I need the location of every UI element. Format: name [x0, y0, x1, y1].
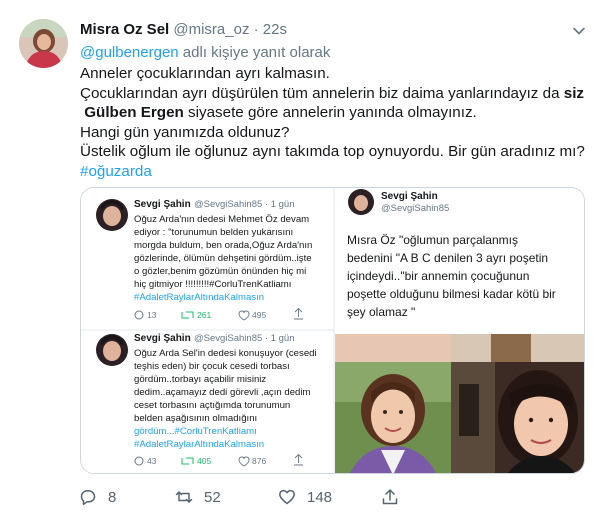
author-handle: @SevgiSahin85 · 1 gün	[194, 199, 295, 210]
embedded-text-line: belden aşağısının olmadığını	[134, 413, 257, 424]
avatar[interactable]	[19, 19, 68, 68]
timestamp[interactable]: 22s	[263, 21, 287, 38]
embedded-text-line: gördüm..torbayı açabilir misiniz	[134, 374, 266, 385]
author-name: Sevgi Şahin	[134, 333, 191, 344]
embedded-text-line: o gözler,benim gözümün önünden hiç mi	[134, 266, 306, 277]
text-line: Üstelik oğlum ile oğlunuz aynı takımda t…	[80, 143, 585, 161]
tweet-actions: 8 52 148	[78, 486, 400, 508]
heart-icon	[279, 489, 295, 505]
text-line: Anneler çocuklarından ayrı kalmasın.	[80, 65, 330, 82]
photo-girl-left	[335, 362, 451, 473]
embedded-text-line: Oğuz Arda Sel'in dedesi konuşuyor (cesed…	[134, 348, 317, 359]
text-span: siyasete göre annelerin yanında olmayını…	[183, 104, 477, 122]
embedded-text-line: içindeydi.."bir annemin çocuğunun	[347, 269, 529, 283]
reply-count: 43	[147, 456, 157, 466]
separator: ·	[253, 21, 259, 38]
embedded-text-line: morgda buldum, ben orada,Oğuz Arda'nın	[134, 240, 312, 251]
like-button[interactable]: 148	[277, 487, 380, 507]
attached-image[interactable]: Sevgi Şahin @SevgiSahin85 · 1 gün Oğuz A…	[80, 187, 585, 474]
author-name: Sevgi Şahin	[381, 191, 438, 202]
embedded-text-line: gözlerinde, ölümün dehşetini gördüm..işt…	[134, 253, 312, 264]
embedded-text-line: Mısra Öz "oğlumun parçalanmış	[347, 233, 518, 247]
reply-count: 13	[147, 310, 157, 320]
retweet-icon	[175, 491, 193, 503]
share-button[interactable]	[380, 487, 400, 507]
reply-count: 8	[108, 488, 117, 506]
handle[interactable]: @misra_oz	[173, 21, 249, 38]
author-name: Sevgi Şahin	[134, 199, 191, 210]
embedded-text-line: poşette olduğunu bilmesi kadar kötü bir	[347, 287, 556, 301]
reply-icon	[80, 490, 96, 506]
bold-text: Gülben Ergen	[84, 104, 184, 122]
retweet-count: 52	[204, 488, 221, 506]
bold-text: siz	[563, 84, 585, 102]
chevron-down-icon[interactable]	[572, 24, 586, 38]
embedded-text-line: dedim..açamayız dedi görevli ,açın dedim	[134, 387, 311, 398]
like-count: 876	[252, 456, 266, 466]
embedded-text-line: Oğuz Arda'nın dedesi Mehmet Öz devam	[134, 214, 309, 225]
embedded-hashtag: #AdaletRaylarAltındaKalmasın	[134, 292, 264, 303]
author-handle: @SevgiSahin85 · 1 gün	[194, 333, 295, 344]
embedded-text-line: bedenini "A B C denilen 3 ayrı poşetin	[347, 251, 548, 265]
tweet-header: Misra Oz Sel @misra_oz · 22s	[80, 20, 287, 40]
retweet-button[interactable]: 52	[174, 487, 277, 507]
text-line: Çocuklarından ayrı düşürülen tüm anneler…	[80, 84, 585, 104]
text-span: Çocuklarından ayrı düşürülen tüm anneler…	[80, 84, 564, 102]
tweet-text: Anneler çocuklarından ayrı kalmasın. Çoc…	[80, 64, 585, 182]
embedded-text-line: hiç gitmiyor !!!!!!!!!#CorluTrenKatliamı	[134, 279, 291, 290]
embedded-text-line: ceset torbasını açtığımda torunumun	[134, 400, 290, 411]
text-line: Hangi gün yanımızda oldunuz?	[80, 123, 290, 141]
tweet: Misra Oz Sel @misra_oz · 22s @gulbenerge…	[0, 0, 600, 512]
embedded-text-line: ediyor : "torunumun belden yukarısını	[134, 227, 293, 238]
hashtag-link[interactable]: #oğuzarda	[80, 162, 585, 182]
reply-suffix: adlı kişiye yanıt olarak	[178, 44, 331, 61]
photo-girl-right	[451, 362, 584, 473]
embedded-hashtag: #AdaletRaylarAltındaKalmasın	[134, 439, 264, 450]
reply-button[interactable]: 8	[78, 487, 174, 507]
text-line: Gülben Ergen siyasete göre annelerin yan…	[80, 103, 585, 123]
reply-context: @gulbenergen adlı kişiye yanıt olarak	[80, 43, 330, 63]
retweet-count: 261	[197, 310, 211, 320]
embedded-text-line: şey olamaz "	[347, 305, 415, 319]
retweet-count: 405	[197, 456, 211, 466]
share-icon	[382, 489, 398, 505]
photo-strip	[335, 334, 584, 362]
embedded-text-line: teşhis eden) bir çocuk cesedi torbası	[134, 361, 290, 372]
embedded-hashtag: gördüm...#CorluTrenKatliamı	[134, 426, 257, 437]
like-count: 495	[252, 310, 266, 320]
author-handle: @SevgiSahin85	[381, 203, 449, 214]
like-count: 148	[307, 488, 333, 506]
display-name[interactable]: Misra Oz Sel	[80, 21, 169, 38]
reply-handle-link[interactable]: @gulbenergen	[80, 44, 179, 61]
